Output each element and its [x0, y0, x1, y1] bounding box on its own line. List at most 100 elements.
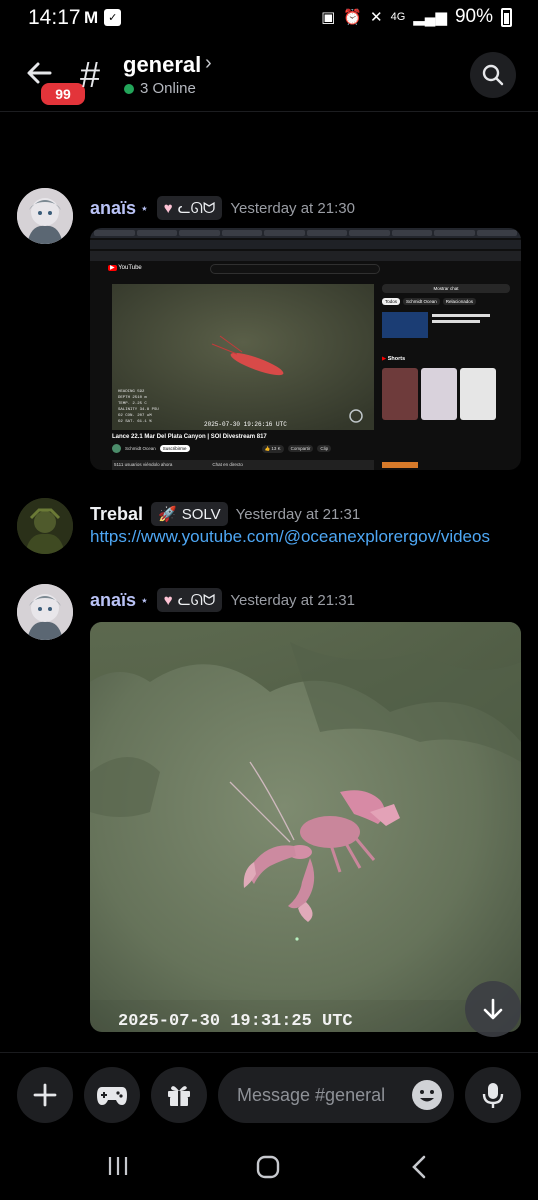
search-button[interactable]	[470, 52, 516, 98]
image-attachment[interactable]: ▶ YouTube HEADING 592 DEPTH 2510 m TEMP. 2…	[90, 228, 521, 470]
video-overlay-timestamp: 2025-07-30 19:26:16 UTC	[204, 421, 287, 428]
youtube-screenshot: ▶ YouTube HEADING 592 DEPTH 2510 m TEMP. 2…	[90, 228, 521, 470]
network-type: 4G	[390, 11, 406, 23]
yt-sidebar: Mostrar chat Todos Schmidt Ocean Relacio…	[382, 284, 512, 468]
yt-logo: ▶ YouTube	[108, 265, 142, 271]
rocket-icon: 🚀	[158, 506, 177, 523]
svg-text:O2 CON. 207 uM: O2 CON. 207 uM	[118, 414, 152, 418]
gift-button[interactable]	[151, 1067, 207, 1123]
guild-tag-label: ᓚᘏᗢ	[177, 592, 216, 609]
avatar-image	[17, 188, 73, 244]
photo-overlay-timestamp: 2025-07-30 19:31:25 UTC	[118, 1012, 353, 1031]
microphone-icon	[482, 1083, 504, 1108]
message-timestamp: Yesterday at 21:31	[230, 591, 355, 609]
recommended-thumbnail	[382, 312, 428, 338]
short-thumbnail-2	[421, 368, 457, 420]
emoji-icon[interactable]	[412, 1080, 442, 1110]
shorts-label: ▶ Shorts	[382, 356, 406, 362]
video-player: HEADING 592 DEPTH 2510 m TEMP. 2.25 C SALI…	[112, 284, 374, 430]
author-name[interactable]: Trebal	[90, 504, 143, 525]
svg-text:DEPTH 2510 m: DEPTH 2510 m	[118, 396, 147, 400]
yt-search-box	[210, 264, 380, 274]
message-input[interactable]: Message #general	[218, 1067, 454, 1123]
alarm-icon: ⏰	[343, 9, 362, 26]
guild-tag-label: SOLV	[181, 505, 221, 523]
system-nav-bar	[0, 1136, 538, 1200]
avatar-image	[17, 498, 73, 554]
channel-title[interactable]: general	[123, 52, 201, 78]
author-star: ⋆	[140, 591, 149, 608]
mute-icon: ✕	[370, 9, 383, 26]
voice-message-button[interactable]	[465, 1067, 521, 1123]
message-header: Trebal 🚀 SOLV Yesterday at 21:31	[90, 502, 360, 526]
channel-avatar-icon	[112, 444, 121, 453]
message-link[interactable]: https://www.youtube.com/@oceanexplorergo…	[90, 527, 490, 547]
avatar[interactable]	[17, 498, 73, 554]
scroll-to-bottom-button[interactable]	[465, 981, 521, 1037]
avatar[interactable]	[17, 188, 73, 244]
chevron-right-icon[interactable]: ›	[205, 52, 212, 75]
home-icon	[256, 1155, 280, 1179]
lobster-photo: 2025-07-30 19:31:25 UTC	[90, 622, 521, 1032]
avatar[interactable]	[17, 584, 73, 640]
svg-text:TEMP. 2.25 C: TEMP. 2.25 C	[118, 402, 147, 406]
system-icons: ▣ ⏰ ✕ 4G ▂▄▆ 90%	[321, 6, 512, 28]
channel-row: Schmidt Ocean Suscribirme 👍 13 K Compart…	[112, 444, 332, 453]
message-timestamp: Yesterday at 21:30	[230, 199, 355, 217]
nfc-icon: ▣	[321, 9, 336, 26]
image-attachment[interactable]: 2025-07-30 19:31:25 UTC	[90, 622, 521, 1032]
back-nav-button[interactable]	[408, 1154, 430, 1185]
channel-hash-icon: #	[80, 54, 101, 95]
gmail-icon: M	[84, 8, 99, 27]
message-header: anaïs ⋆ ♥ ᓚᘏᗢ Yesterday at 21:31	[90, 588, 355, 612]
chevron-left-icon	[412, 1155, 426, 1179]
address-bar	[90, 240, 521, 249]
activities-button[interactable]	[84, 1067, 140, 1123]
short-thumbnail-1	[382, 368, 418, 420]
plus-icon	[33, 1083, 57, 1107]
svg-text:O2 SAT. 61.1 %: O2 SAT. 61.1 %	[118, 420, 152, 424]
battery-percent: 90%	[454, 6, 493, 27]
search-icon	[482, 64, 504, 86]
live-info-row: 5111 usuarios viéndolo ahora Chat en dir…	[112, 460, 374, 470]
svg-text:SALINITY 34.8 PSU: SALINITY 34.8 PSU	[118, 408, 159, 412]
recent-apps-button[interactable]	[106, 1154, 130, 1183]
signal-icon: ▂▄▆	[413, 9, 447, 26]
message-composer: Message #general	[0, 1052, 538, 1134]
heart-icon: ♥	[163, 199, 173, 217]
arrow-down-icon	[483, 998, 503, 1020]
status-time: 14:17	[28, 6, 81, 29]
guild-tag[interactable]: ♥ ᓚᘏᗢ	[156, 588, 223, 612]
like-pill: 👍 13 K	[261, 444, 284, 453]
message-input-placeholder: Message #general	[237, 1084, 386, 1105]
add-attachment-button[interactable]	[17, 1067, 73, 1123]
notification-icons: M ✓	[84, 8, 122, 27]
author-name[interactable]: anaïs	[90, 198, 136, 219]
browser-tabs	[90, 228, 521, 238]
guild-tag[interactable]: 🚀 SOLV	[151, 502, 228, 526]
home-button[interactable]	[255, 1154, 281, 1185]
bookmarks-bar	[90, 251, 521, 261]
avatar-image	[17, 584, 73, 640]
online-count: 3 Online	[140, 80, 196, 97]
heart-icon: ♥	[163, 591, 173, 609]
status-bar: 14:17 M ✓ ▣ ⏰ ✕ 4G ▂▄▆ 90%	[0, 0, 538, 36]
checkbox-notification-icon: ✓	[104, 9, 122, 26]
guild-tag[interactable]: ♥ ᓚᘏᗢ	[156, 196, 223, 220]
gift-icon	[168, 1086, 190, 1106]
battery-icon	[501, 7, 512, 27]
short-thumbnail-3	[460, 368, 496, 420]
message-timestamp: Yesterday at 21:31	[235, 505, 361, 523]
recent-apps-icon	[108, 1157, 128, 1175]
shrimp-video-frame: HEADING 592 DEPTH 2510 m TEMP. 2.25 C SALI…	[112, 284, 374, 430]
video-title: Lance 22.1 Mar Del Plata Canyon | SOI Di…	[112, 434, 267, 440]
online-dot-icon	[124, 83, 134, 94]
gamepad-icon	[97, 1087, 127, 1105]
author-star: ⋆	[140, 199, 149, 216]
message-header: anaïs ⋆ ♥ ᓚᘏᗢ Yesterday at 21:30	[90, 196, 355, 220]
online-status: 3 Online	[124, 80, 196, 97]
author-name[interactable]: anaïs	[90, 590, 136, 611]
svg-text:HEADING 592: HEADING 592	[118, 390, 145, 394]
filter-chips: Todos Schmidt Ocean Relacionados	[382, 298, 477, 305]
guild-tag-label: ᓚᘏᗢ	[177, 200, 216, 217]
